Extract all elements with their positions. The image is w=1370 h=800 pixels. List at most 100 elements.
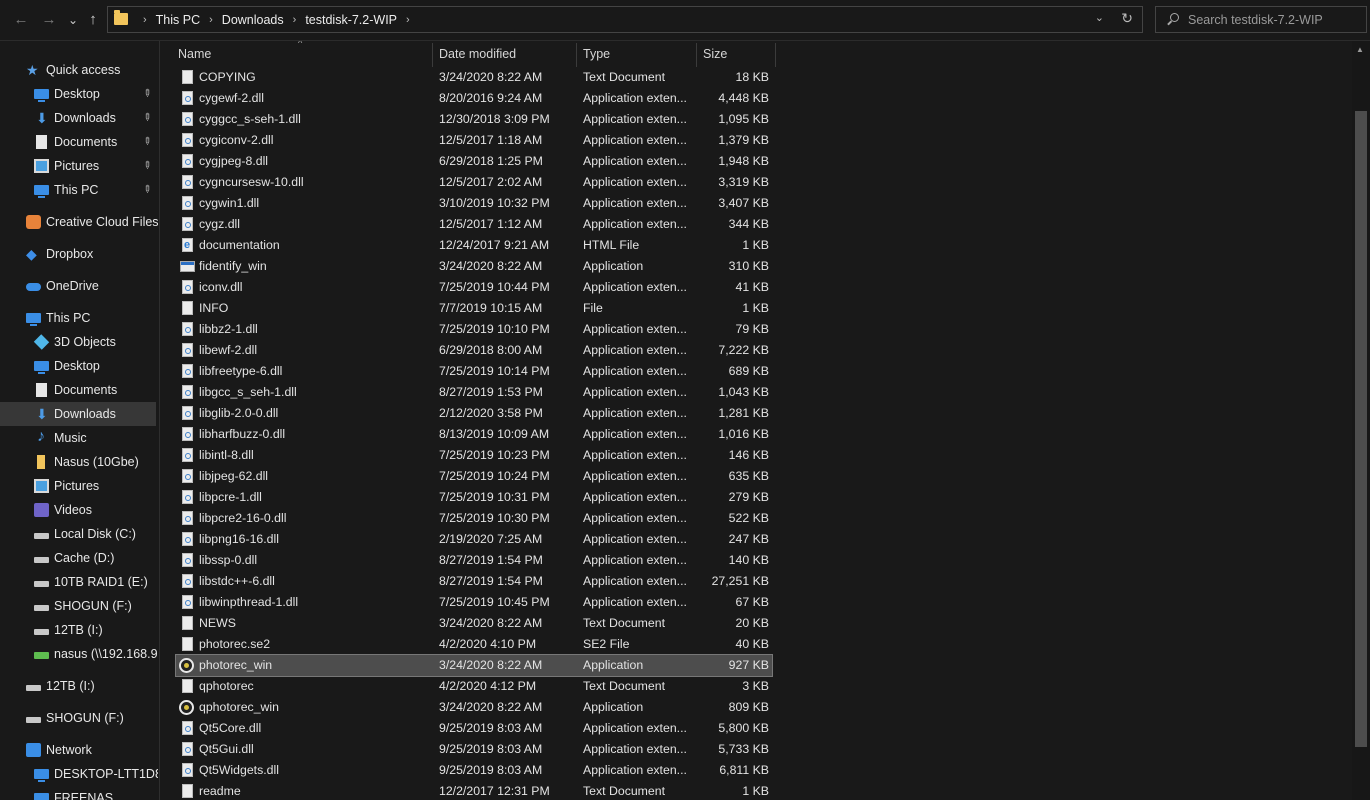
scrollbar-thumb[interactable] [1355, 111, 1367, 747]
file-row[interactable]: readme 12/2/2017 12:31 PM Text Document 1 K… [176, 781, 772, 800]
file-row[interactable]: INFO 7/7/2019 10:15 AM File 1 KB [176, 298, 772, 319]
sidebar-item[interactable]: OneDrive [0, 274, 156, 298]
file-row[interactable]: iconv.dll 7/25/2019 10:44 PM Application e… [176, 277, 772, 298]
sidebar-item[interactable]: nasus (\\192.168.9.8 [0, 642, 158, 666]
file-row[interactable]: photorec_win 3/24/2020 8:22 AM Application… [175, 654, 773, 677]
file-row[interactable]: libwinpthread-1.dll 7/25/2019 10:45 PM App… [176, 592, 772, 613]
sidebar-item[interactable]: Quick access [0, 58, 156, 82]
column-divider[interactable] [775, 43, 776, 67]
pin-icon[interactable]: ✎ [135, 83, 158, 106]
file-row[interactable]: Qt5Core.dll 9/25/2019 8:03 AM Application … [176, 718, 772, 739]
sidebar-item[interactable]: Cache (D:) [0, 546, 156, 570]
column-header-type[interactable]: Type [577, 41, 697, 68]
breadcrumb-separator[interactable]: › [293, 14, 297, 26]
sidebar-item[interactable]: Music [0, 425, 156, 450]
sidebar-item[interactable]: Videos [0, 498, 156, 522]
file-row[interactable]: cygz.dll 12/5/2017 1:12 AM Application ext… [176, 214, 772, 235]
file-row[interactable]: cygjpeg-8.dll 6/29/2018 1:25 PM Applicatio… [176, 151, 772, 172]
forward-arrow-icon[interactable]: → [40, 10, 58, 30]
scroll-up-icon[interactable]: ▲ [1356, 45, 1364, 54]
file-row[interactable]: libpcre2-16-0.dll 7/25/2019 10:30 PM Appli… [176, 508, 772, 529]
refresh-icon[interactable]: ↻ [1121, 10, 1133, 27]
file-row[interactable]: libbz2-1.dll 7/25/2019 10:10 PM Applicatio… [176, 319, 772, 340]
sidebar-item-label: Desktop [54, 359, 100, 373]
pin-icon[interactable]: ✎ [135, 179, 158, 202]
sidebar-item[interactable]: Pictures ✎ [0, 154, 156, 178]
sidebar-item[interactable]: 12TB (I:) [0, 674, 156, 698]
file-date-modified: 3/24/2020 8:22 AM [439, 259, 543, 273]
column-header-name[interactable]: Name [172, 41, 432, 68]
sidebar-item[interactable]: 10TB RAID1 (E:) [0, 570, 156, 594]
sidebar-item[interactable]: Dropbox [0, 242, 156, 266]
back-arrow-icon[interactable]: ← [12, 10, 30, 30]
sidebar-item[interactable]: SHOGUN (F:) [0, 594, 156, 618]
file-row[interactable]: documentation 12/24/2017 9:21 AM HTML File… [176, 235, 772, 256]
file-type: Application exten... [583, 721, 687, 735]
sidebar-item[interactable]: SHOGUN (F:) [0, 706, 156, 730]
file-row[interactable]: fidentify_win 3/24/2020 8:22 AM Applicatio… [176, 256, 772, 277]
pin-icon[interactable]: ✎ [135, 107, 158, 130]
file-row[interactable]: cygewf-2.dll 8/20/2016 9:24 AM Application… [176, 88, 772, 109]
sidebar-item[interactable]: 12TB (I:) [0, 618, 156, 642]
file-row[interactable]: libharfbuzz-0.dll 8/13/2019 10:09 AM Appli… [176, 424, 772, 445]
file-row[interactable]: cygncursesw-10.dll 12/5/2017 2:02 AM Appli… [176, 172, 772, 193]
sidebar-item[interactable]: Network [0, 738, 156, 762]
file-row[interactable]: COPYING 3/24/2020 8:22 AM Text Document 18 … [176, 67, 772, 88]
file-row[interactable]: cyggcc_s-seh-1.dll 12/30/2018 3:09 PM Appl… [176, 109, 772, 130]
search-input[interactable] [1188, 7, 1358, 32]
sidebar-item[interactable]: 3D Objects [0, 330, 156, 354]
breadcrumb-this-pc[interactable]: This PC [156, 13, 200, 27]
chevron-down-icon[interactable]: ⌄ [64, 10, 82, 30]
pin-icon[interactable]: ✎ [135, 131, 158, 154]
column-header-size[interactable]: Size [697, 41, 775, 68]
pin-icon[interactable]: ✎ [135, 155, 158, 178]
file-row[interactable]: libfreetype-6.dll 7/25/2019 10:14 PM Appli… [176, 361, 772, 382]
sidebar-item[interactable]: Desktop [0, 354, 156, 378]
sidebar-item[interactable]: Creative Cloud Files [0, 210, 158, 234]
file-row[interactable]: qphotorec 4/2/2020 4:12 PM Text Document 3 … [176, 676, 772, 697]
file-type: Application exten... [583, 469, 687, 483]
sidebar-item[interactable]: DESKTOP-LTT1D87 [0, 762, 158, 786]
file-row[interactable]: Qt5Widgets.dll 9/25/2019 8:03 AM Applicati… [176, 760, 772, 781]
file-row[interactable]: Qt5Gui.dll 9/25/2019 8:03 AM Application e… [176, 739, 772, 760]
sidebar-item[interactable]: Documents [0, 378, 156, 402]
column-header-date-modified[interactable]: Date modified [433, 41, 577, 68]
breadcrumb-separator[interactable]: › [406, 14, 410, 26]
sidebar-item[interactable]: This PC ✎ [0, 178, 156, 202]
file-row[interactable]: libintl-8.dll 7/25/2019 10:23 PM Applicati… [176, 445, 772, 466]
file-row[interactable]: NEWS 3/24/2020 8:22 AM Text Document 20 KB [176, 613, 772, 634]
address-bar[interactable]: › This PC › Downloads › testdisk-7.2-WIP… [107, 6, 1143, 33]
file-type: File [583, 301, 603, 315]
file-row[interactable]: qphotorec_win 3/24/2020 8:22 AM Applicatio… [176, 697, 772, 718]
file-row[interactable]: libgcc_s_seh-1.dll 8/27/2019 1:53 PM Appli… [176, 382, 772, 403]
vertical-scrollbar[interactable]: ▲ [1352, 41, 1370, 800]
sidebar-item[interactable]: Downloads [0, 402, 156, 426]
sidebar-item[interactable]: Desktop ✎ [0, 82, 156, 106]
file-row[interactable]: libssp-0.dll 8/27/2019 1:54 PM Application… [176, 550, 772, 571]
file-row[interactable]: libjpeg-62.dll 7/25/2019 10:24 PM Applicat… [176, 466, 772, 487]
file-row[interactable]: cygwin1.dll 3/10/2019 10:32 PM Application… [176, 193, 772, 214]
address-dropdown-icon[interactable]: ⌄ [1095, 11, 1104, 24]
sidebar-item[interactable]: Documents ✎ [0, 130, 156, 154]
sidebar-item[interactable]: Downloads ✎ [0, 106, 156, 130]
sidebar-item[interactable]: Nasus (10Gbe) [0, 450, 156, 474]
breadcrumb: › This PC › Downloads › testdisk-7.2-WIP… [134, 7, 419, 32]
breadcrumb-testdisk[interactable]: testdisk-7.2-WIP [305, 13, 397, 27]
file-row[interactable]: libglib-2.0-0.dll 2/12/2020 3:58 PM Applic… [176, 403, 772, 424]
sidebar-item-label: Downloads [54, 111, 116, 125]
sidebar-item[interactable]: FREENAS [0, 786, 156, 800]
file-row[interactable]: libpcre-1.dll 7/25/2019 10:31 PM Applicati… [176, 487, 772, 508]
sidebar-item[interactable]: Pictures [0, 474, 156, 498]
up-arrow-icon[interactable]: ↑ [84, 10, 102, 30]
breadcrumb-downloads[interactable]: Downloads [222, 13, 284, 27]
file-name: cygncursesw-10.dll [199, 175, 304, 189]
file-row[interactable]: libstdc++-6.dll 8/27/2019 1:54 PM Applicat… [176, 571, 772, 592]
file-row[interactable]: cygiconv-2.dll 12/5/2017 1:18 AM Applicati… [176, 130, 772, 151]
file-row[interactable]: libewf-2.dll 6/29/2018 8:00 AM Application… [176, 340, 772, 361]
file-row[interactable]: photorec.se2 4/2/2020 4:10 PM SE2 File 40 K… [176, 634, 772, 655]
dll-file-icon [182, 364, 193, 378]
breadcrumb-separator[interactable]: › [209, 14, 213, 26]
sidebar-item[interactable]: This PC [0, 306, 156, 330]
file-row[interactable]: libpng16-16.dll 2/19/2020 7:25 AM Applicat… [176, 529, 772, 550]
sidebar-item[interactable]: Local Disk (C:) [0, 522, 156, 546]
